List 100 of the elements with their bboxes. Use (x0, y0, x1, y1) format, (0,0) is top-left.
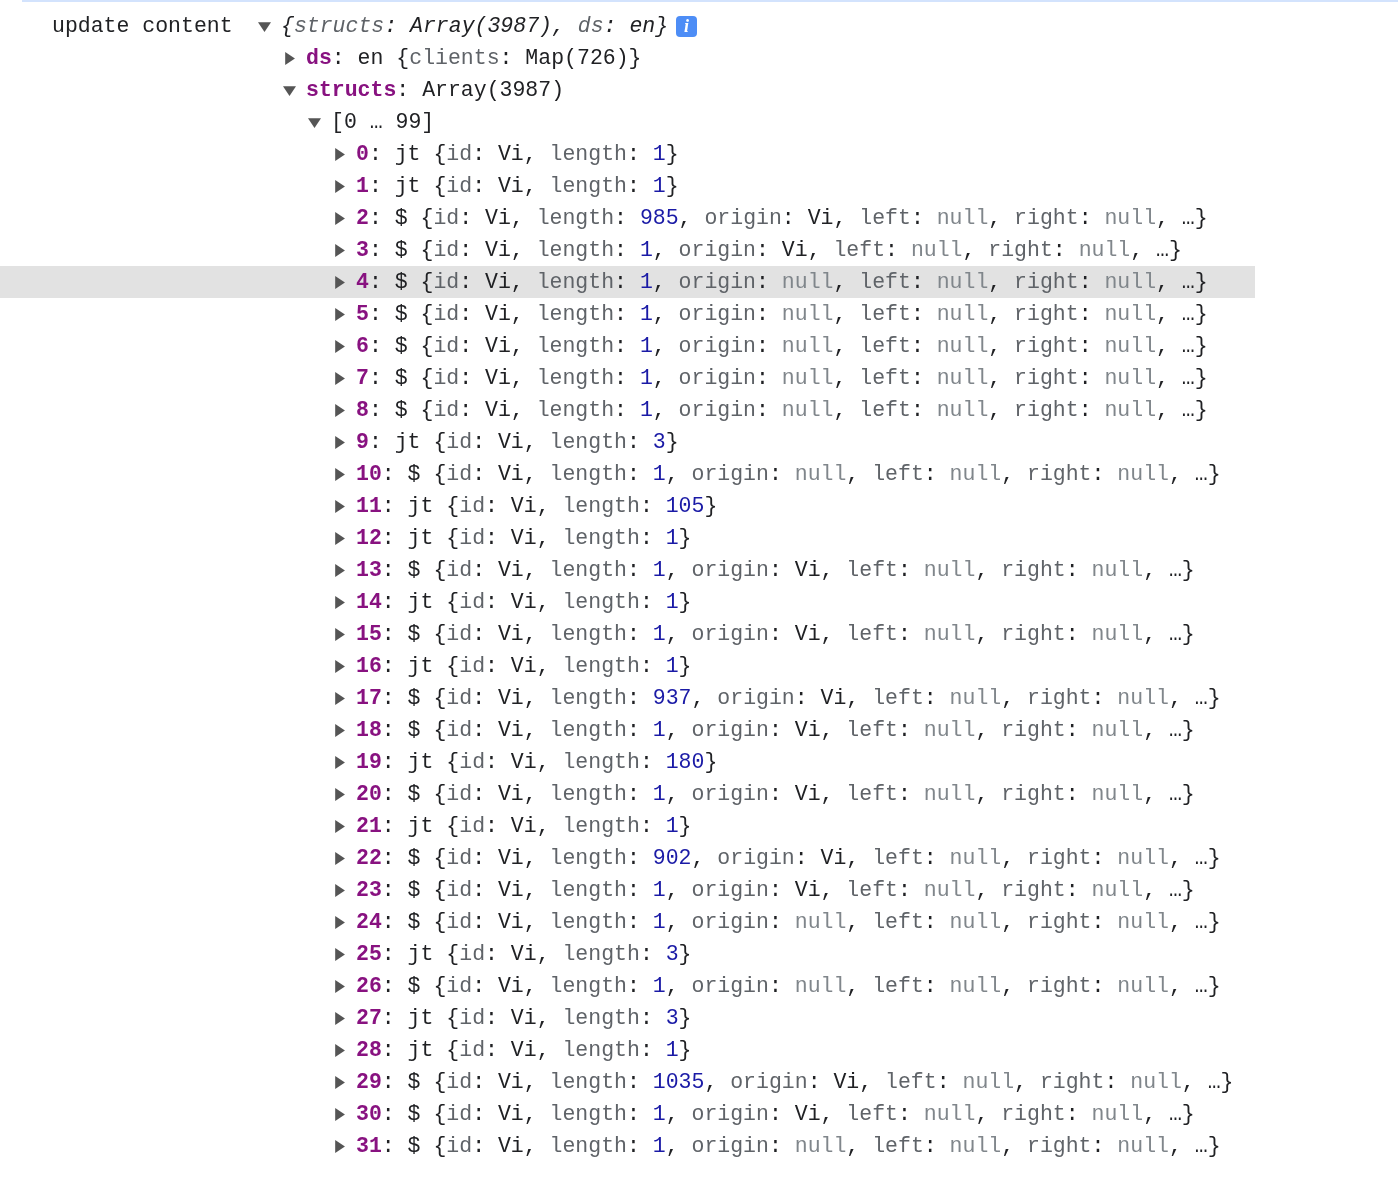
expand-triangle-icon[interactable] (333, 627, 346, 641)
property-text: 28: jt {id: Vi, length: 1} (356, 1038, 692, 1062)
expand-triangle-icon[interactable] (333, 467, 346, 481)
tree-row[interactable]: 8: $ {id: Vi, length: 1, origin: null, left: null, right: null, …} (0, 394, 1255, 426)
tree-row[interactable]: 6: $ {id: Vi, length: 1, origin: null, left: null, right: null, …} (0, 330, 1255, 362)
property-text: 31: $ {id: Vi, length: 1, origin: null, left: null, right: null, …} (356, 1134, 1221, 1158)
tree-row[interactable]: 12: jt {id: Vi, length: 1} (0, 522, 1255, 554)
expand-triangle-icon[interactable] (333, 819, 346, 833)
property-text: 21: jt {id: Vi, length: 1} (356, 814, 692, 838)
expand-triangle-icon[interactable] (283, 51, 296, 65)
property-text: 19: jt {id: Vi, length: 180} (356, 750, 718, 774)
collapse-triangle-icon[interactable] (308, 115, 321, 129)
tree-row[interactable]: 5: $ {id: Vi, length: 1, origin: null, left: null, right: null, …} (0, 298, 1255, 330)
tree-row[interactable]: 22: $ {id: Vi, length: 902, origin: Vi, left: null, right: null, …} (0, 842, 1255, 874)
expand-triangle-icon[interactable] (333, 499, 346, 513)
tree-row[interactable]: 4: $ {id: Vi, length: 1, origin: null, left: null, right: null, …} (0, 266, 1255, 298)
property-text: 1: jt {id: Vi, length: 1} (356, 174, 679, 198)
tree-row[interactable]: structs: Array(3987) (0, 74, 1255, 106)
expand-triangle-icon[interactable] (333, 211, 346, 225)
property-text: 5: $ {id: Vi, length: 1, origin: null, left: null, right: null, …} (356, 302, 1208, 326)
property-text: 15: $ {id: Vi, length: 1, origin: Vi, left: null, right: null, …} (356, 622, 1195, 646)
property-text: 10: $ {id: Vi, length: 1, origin: null, left: null, right: null, …} (356, 462, 1221, 486)
property-text: 23: $ {id: Vi, length: 1, origin: Vi, left: null, right: null, …} (356, 878, 1195, 902)
collapse-triangle-icon[interactable] (283, 83, 296, 97)
expand-triangle-icon[interactable] (333, 275, 346, 289)
collapse-triangle-icon[interactable] (258, 19, 271, 33)
tree-row[interactable]: 3: $ {id: Vi, length: 1, origin: Vi, left: null, right: null, …} (0, 234, 1255, 266)
tree-row[interactable]: 9: jt {id: Vi, length: 3} (0, 426, 1255, 458)
property-text: 13: $ {id: Vi, length: 1, origin: Vi, left: null, right: null, …} (356, 558, 1195, 582)
tree-row[interactable]: 29: $ {id: Vi, length: 1035, origin: Vi, left: null, right: null, …} (0, 1066, 1255, 1098)
tree-row[interactable]: 15: $ {id: Vi, length: 1, origin: Vi, left: null, right: null, …} (0, 618, 1255, 650)
tree-row[interactable]: 11: jt {id: Vi, length: 105} (0, 490, 1255, 522)
expand-triangle-icon[interactable] (333, 1075, 346, 1089)
expand-triangle-icon[interactable] (333, 1139, 346, 1153)
property-text: 2: $ {id: Vi, length: 985, origin: Vi, left: null, right: null, …} (356, 206, 1208, 230)
expand-triangle-icon[interactable] (333, 435, 346, 449)
tree-row[interactable]: 0: jt {id: Vi, length: 1} (0, 138, 1255, 170)
expand-triangle-icon[interactable] (333, 883, 346, 897)
expand-triangle-icon[interactable] (333, 147, 346, 161)
property-text: 6: $ {id: Vi, length: 1, origin: null, left: null, right: null, …} (356, 334, 1208, 358)
tree-row[interactable]: 1: jt {id: Vi, length: 1} (0, 170, 1255, 202)
expand-triangle-icon[interactable] (333, 403, 346, 417)
expand-triangle-icon[interactable] (333, 851, 346, 865)
tree-row[interactable]: 17: $ {id: Vi, length: 937, origin: Vi, left: null, right: null, …} (0, 682, 1255, 714)
tree-row[interactable]: 31: $ {id: Vi, length: 1, origin: null, left: null, right: null, …} (0, 1130, 1255, 1162)
property-text: 20: $ {id: Vi, length: 1, origin: Vi, left: null, right: null, …} (356, 782, 1195, 806)
tree-row[interactable]: 19: jt {id: Vi, length: 180} (0, 746, 1255, 778)
expand-triangle-icon[interactable] (333, 307, 346, 321)
tree-row[interactable]: 18: $ {id: Vi, length: 1, origin: Vi, left: null, right: null, …} (0, 714, 1255, 746)
tree-row[interactable]: 14: jt {id: Vi, length: 1} (0, 586, 1255, 618)
expand-triangle-icon[interactable] (333, 179, 346, 193)
expand-triangle-icon[interactable] (333, 243, 346, 257)
expand-triangle-icon[interactable] (333, 691, 346, 705)
tree-row[interactable]: 13: $ {id: Vi, length: 1, origin: Vi, left: null, right: null, …} (0, 554, 1255, 586)
tree-row[interactable]: ds: en {clients: Map(726)} (0, 42, 1255, 74)
expand-triangle-icon[interactable] (333, 595, 346, 609)
property-text: 7: $ {id: Vi, length: 1, origin: null, left: null, right: null, …} (356, 366, 1208, 390)
tree-row[interactable]: 7: $ {id: Vi, length: 1, origin: null, left: null, right: null, …} (0, 362, 1255, 394)
property-text: 9: jt {id: Vi, length: 3} (356, 430, 679, 454)
expand-triangle-icon[interactable] (333, 531, 346, 545)
expand-triangle-icon[interactable] (333, 755, 346, 769)
expand-triangle-icon[interactable] (333, 1011, 346, 1025)
property-text: 29: $ {id: Vi, length: 1035, origin: Vi, left: null, right: null, …} (356, 1070, 1234, 1094)
expand-triangle-icon[interactable] (333, 339, 346, 353)
tree-row[interactable]: 20: $ {id: Vi, length: 1, origin: Vi, left: null, right: null, …} (0, 778, 1255, 810)
property-text: structs: Array(3987) (306, 78, 565, 102)
property-text: 3: $ {id: Vi, length: 1, origin: Vi, left: null, right: null, …} (356, 238, 1182, 262)
property-text: 27: jt {id: Vi, length: 3} (356, 1006, 692, 1030)
property-text: 16: jt {id: Vi, length: 1} (356, 654, 692, 678)
tree-row[interactable]: 23: $ {id: Vi, length: 1, origin: Vi, left: null, right: null, …} (0, 874, 1255, 906)
tree-row[interactable]: 27: jt {id: Vi, length: 3} (0, 1002, 1255, 1034)
expand-triangle-icon[interactable] (333, 947, 346, 961)
property-text: 18: $ {id: Vi, length: 1, origin: Vi, left: null, right: null, …} (356, 718, 1195, 742)
property-text: ds: en {clients: Map(726)} (306, 46, 642, 70)
tree-row[interactable]: 25: jt {id: Vi, length: 3} (0, 938, 1255, 970)
tree-row[interactable]: 24: $ {id: Vi, length: 1, origin: null, left: null, right: null, …} (0, 906, 1255, 938)
tree-row[interactable]: 26: $ {id: Vi, length: 1, origin: null, left: null, right: null, …} (0, 970, 1255, 1002)
property-text: 8: $ {id: Vi, length: 1, origin: null, left: null, right: null, …} (356, 398, 1208, 422)
tree-row[interactable]: 21: jt {id: Vi, length: 1} (0, 810, 1255, 842)
tree-row[interactable]: [0 … 99] (0, 106, 1255, 138)
property-text: 24: $ {id: Vi, length: 1, origin: null, left: null, right: null, …} (356, 910, 1221, 934)
expand-triangle-icon[interactable] (333, 371, 346, 385)
property-text: 4: $ {id: Vi, length: 1, origin: null, left: null, right: null, …} (356, 270, 1208, 294)
expand-triangle-icon[interactable] (333, 915, 346, 929)
expand-triangle-icon[interactable] (333, 659, 346, 673)
expand-triangle-icon[interactable] (333, 723, 346, 737)
property-text: 22: $ {id: Vi, length: 902, origin: Vi, left: null, right: null, …} (356, 846, 1221, 870)
property-text: [0 … 99] (331, 110, 435, 134)
tree-row[interactable]: 28: jt {id: Vi, length: 1} (0, 1034, 1255, 1066)
expand-triangle-icon[interactable] (333, 1107, 346, 1121)
tree-row[interactable]: 16: jt {id: Vi, length: 1} (0, 650, 1255, 682)
tree-row[interactable]: 10: $ {id: Vi, length: 1, origin: null, left: null, right: null, …} (0, 458, 1255, 490)
expand-triangle-icon[interactable] (333, 979, 346, 993)
tree-row[interactable]: 30: $ {id: Vi, length: 1, origin: Vi, left: null, right: null, …} (0, 1098, 1255, 1130)
property-text: 11: jt {id: Vi, length: 105} (356, 494, 718, 518)
expand-triangle-icon[interactable] (333, 563, 346, 577)
tree-row[interactable]: 2: $ {id: Vi, length: 985, origin: Vi, left: null, right: null, …} (0, 202, 1255, 234)
expand-triangle-icon[interactable] (333, 787, 346, 801)
property-text: 0: jt {id: Vi, length: 1} (356, 142, 679, 166)
expand-triangle-icon[interactable] (333, 1043, 346, 1057)
